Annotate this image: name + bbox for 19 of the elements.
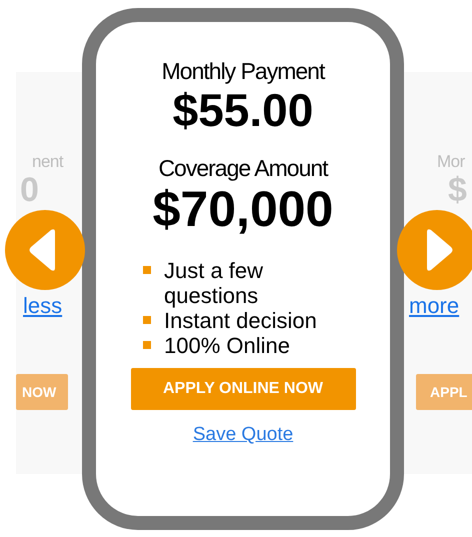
payment-amount: $55.00 — [172, 85, 314, 135]
payment-label: Monthly Payment — [162, 58, 324, 85]
feature-text: questions — [164, 283, 260, 308]
feature-text: 100% Online — [164, 333, 290, 358]
feature-text: Instant decision — [164, 308, 317, 333]
coverage-label: Coverage Amount — [158, 155, 328, 182]
payment-amount: $ — [448, 172, 467, 208]
bullet-icon — [143, 266, 151, 274]
payment-label: Mor — [437, 152, 465, 172]
bullet-icon — [143, 341, 151, 349]
feature-text: Just a few — [164, 258, 264, 283]
save-quote-link[interactable]: Save Quote — [192, 424, 294, 446]
more-link[interactable]: more — [409, 293, 460, 319]
apply-button[interactable]: APPLY ONLINE NOW — [130, 368, 356, 410]
payment-label: nent — [32, 152, 64, 172]
less-link[interactable]: less — [23, 293, 62, 319]
coverage-amount: $70,000 — [152, 182, 334, 236]
next-arrow-icon[interactable] — [397, 210, 472, 290]
bullet-icon — [143, 316, 151, 324]
